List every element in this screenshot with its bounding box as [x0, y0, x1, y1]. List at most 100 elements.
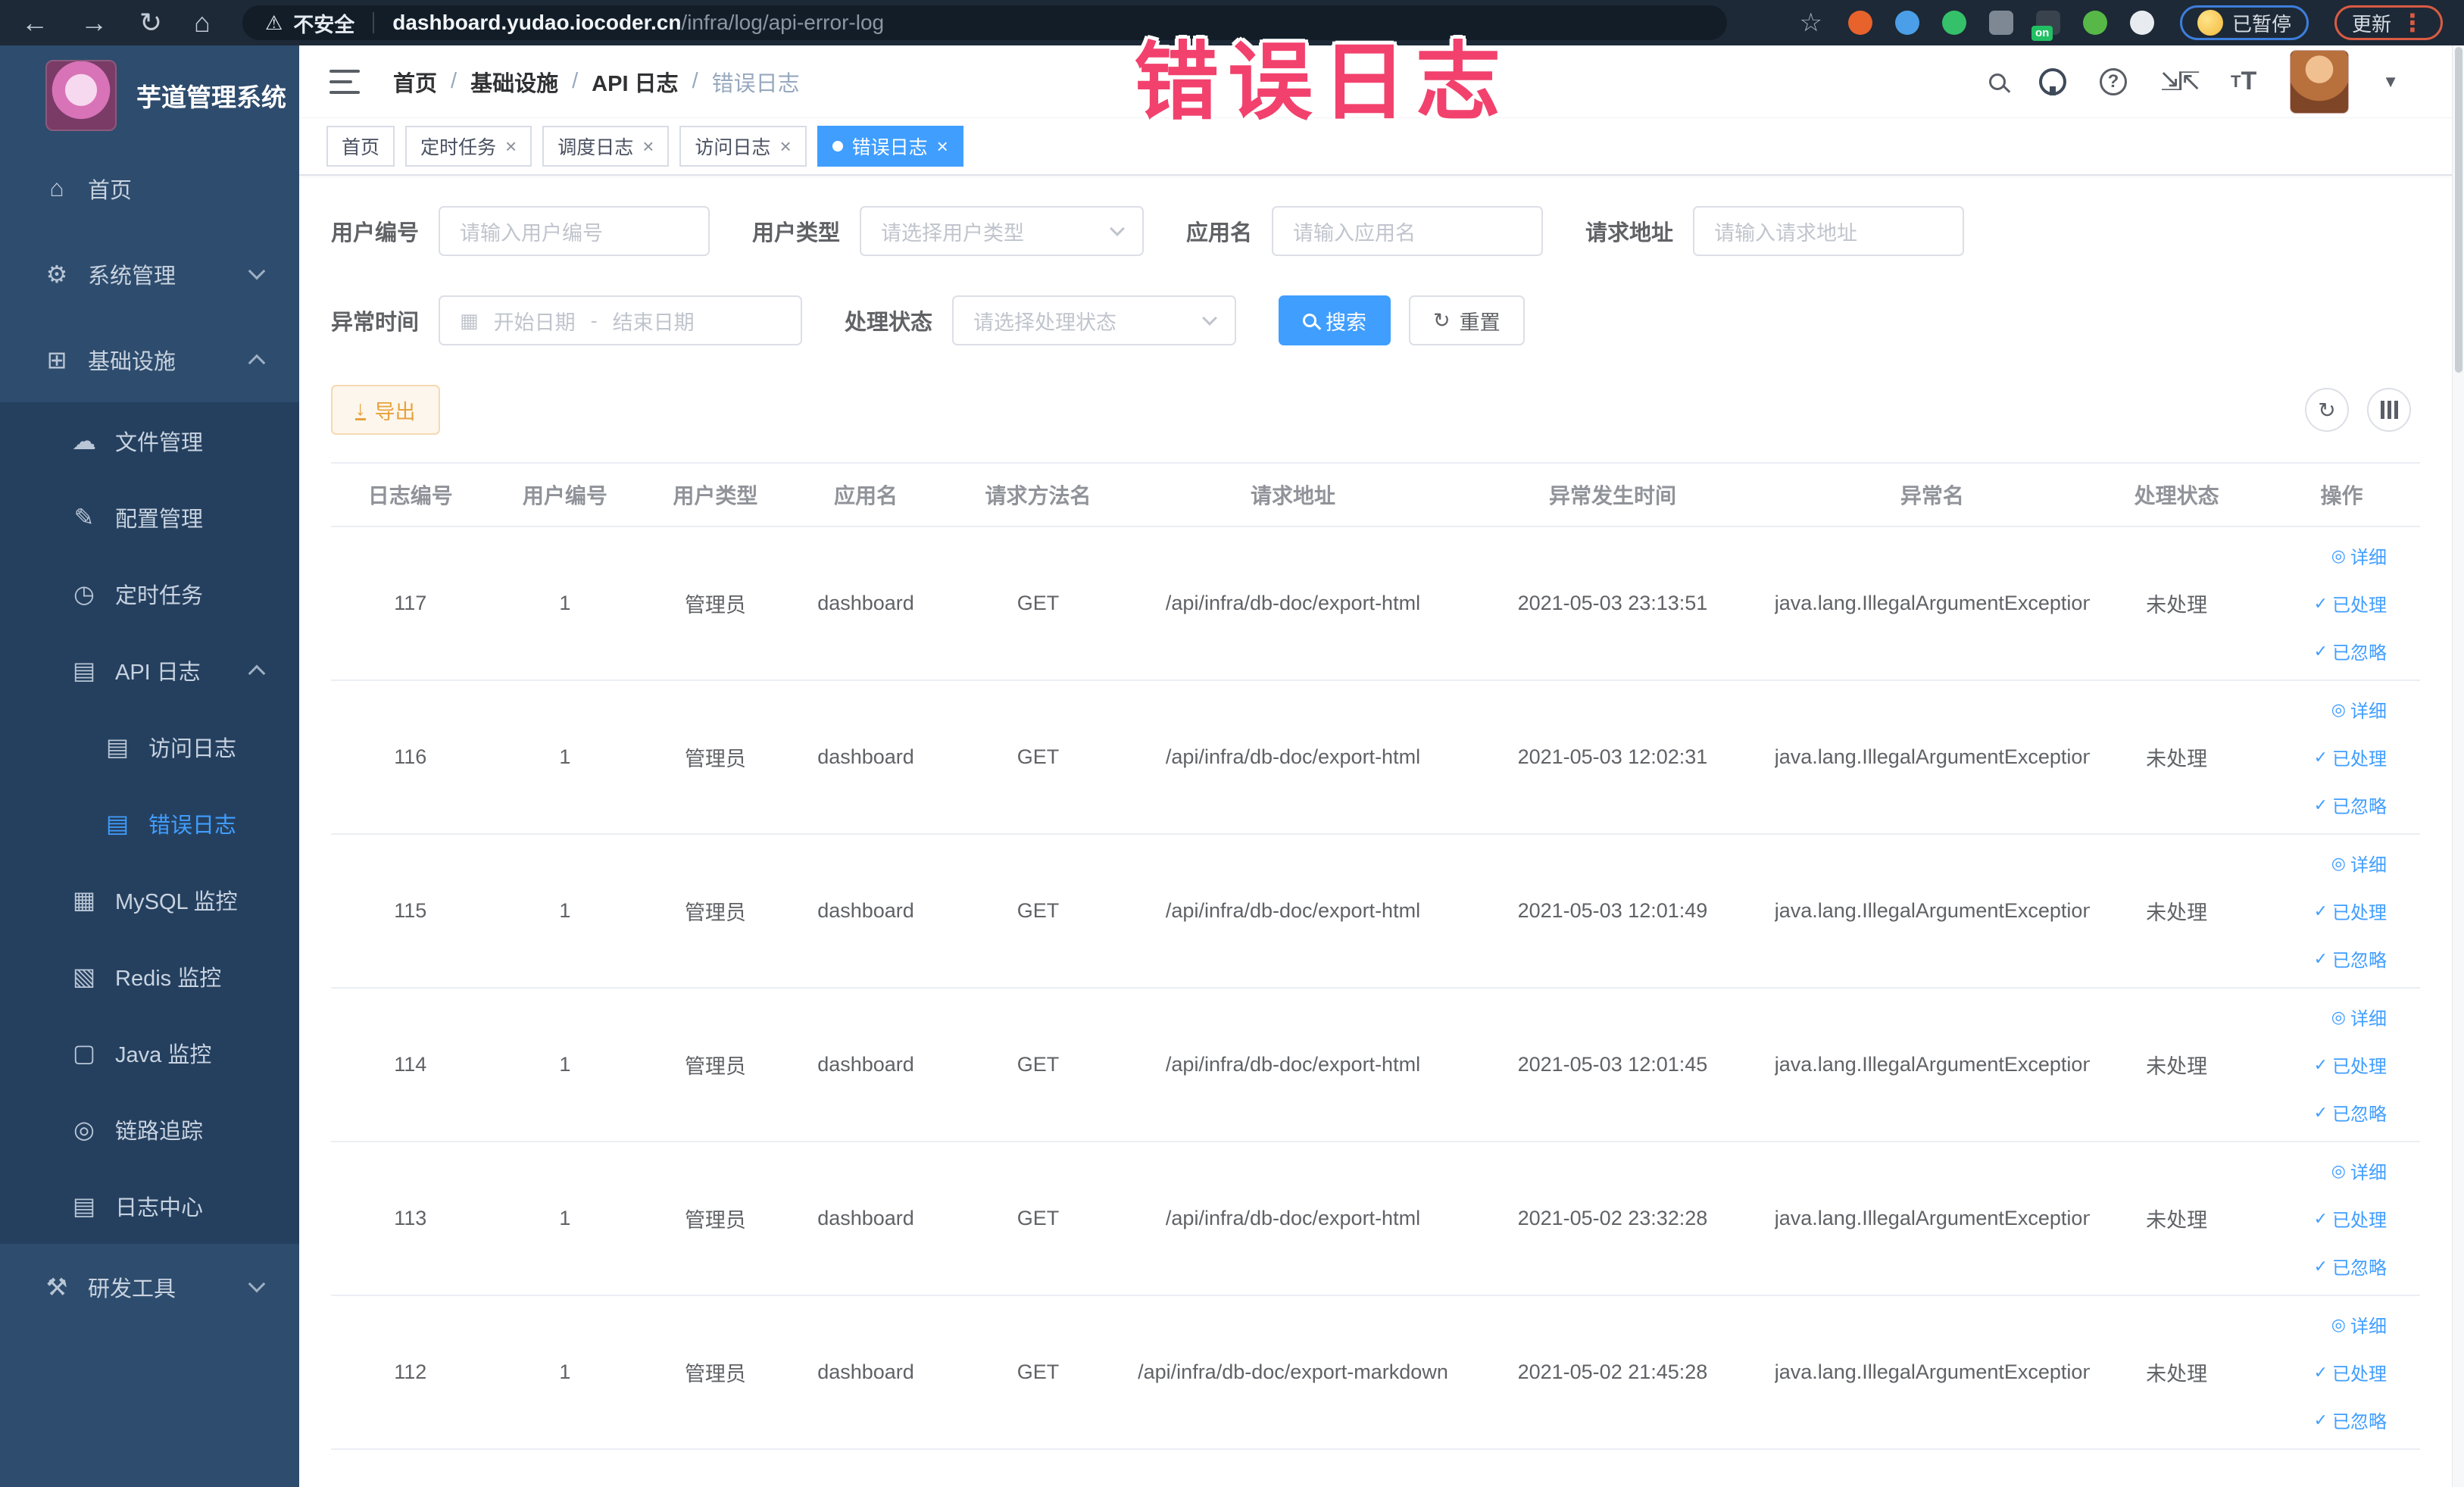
- chrome-update-badge[interactable]: 更新 ⋮: [2334, 5, 2443, 40]
- search-button[interactable]: 搜索: [1279, 295, 1391, 345]
- fullscreen-icon[interactable]: ⇲⇱: [2160, 67, 2200, 97]
- sidebar-item-access-log[interactable]: ▤ 访问日志: [0, 708, 299, 785]
- processed-link[interactable]: ✓ 已处理: [2314, 1051, 2387, 1078]
- security-label[interactable]: 不安全: [293, 8, 354, 38]
- column-header: 请求方法名: [941, 462, 1135, 527]
- close-icon[interactable]: ×: [779, 136, 791, 156]
- browser-back-icon[interactable]: ←: [21, 9, 48, 36]
- check-icon: ✓: [2313, 1362, 2328, 1382]
- date-range-picker[interactable]: ▦ 开始日期 - 结束日期: [439, 295, 803, 345]
- extension-blue-shield-icon[interactable]: [1894, 11, 1919, 35]
- process-status-select[interactable]: 请选择处理状态: [952, 295, 1237, 345]
- tab-label: 访问日志: [695, 137, 771, 158]
- close-icon[interactable]: ×: [642, 136, 654, 156]
- browser-home-icon[interactable]: ⌂: [194, 9, 211, 36]
- user-avatar[interactable]: [2290, 49, 2350, 114]
- processed-link[interactable]: ✓ 已处理: [2314, 744, 2387, 770]
- action-label: 详细: [2350, 1009, 2387, 1029]
- breadcrumb-item[interactable]: API 日志: [592, 66, 678, 98]
- tab-定时任务[interactable]: 定时任务 ×: [405, 126, 532, 167]
- ignored-link[interactable]: ✓ 已忽略: [2314, 1407, 2387, 1433]
- detail-link[interactable]: ◎ 详细: [2331, 542, 2387, 569]
- action-label: 已处理: [2332, 1364, 2387, 1385]
- browser-reload-icon[interactable]: ↻: [139, 9, 162, 36]
- extension-orange-icon[interactable]: [1847, 11, 1872, 35]
- tab-调度日志[interactable]: 调度日志 ×: [542, 126, 670, 167]
- scheduled-job-icon: ◷: [73, 579, 95, 608]
- close-icon[interactable]: ×: [937, 136, 948, 156]
- user-type-select[interactable]: 请选择用户类型: [860, 206, 1145, 256]
- tab-label: 调度日志: [557, 137, 634, 158]
- scrollbar[interactable]: [2452, 45, 2464, 1487]
- bookmark-star-icon[interactable]: ☆: [1799, 8, 1822, 38]
- trace-icon: ◎: [73, 1115, 95, 1143]
- ignored-link[interactable]: ✓ 已忽略: [2314, 792, 2387, 818]
- processed-link[interactable]: ✓ 已处理: [2314, 898, 2387, 924]
- sidebar-logo-row[interactable]: 芋道管理系统: [0, 45, 299, 145]
- font-size-icon[interactable]: TT: [2231, 67, 2256, 96]
- github-icon[interactable]: [2039, 67, 2066, 95]
- sidebar-item-config-manage[interactable]: ✎ 配置管理: [0, 479, 299, 555]
- hamburger-icon[interactable]: [329, 69, 360, 94]
- cell-status: 未处理: [2090, 680, 2264, 835]
- browser-menu-icon[interactable]: ⋮: [2400, 8, 2425, 37]
- ignored-link[interactable]: ✓ 已忽略: [2314, 1099, 2387, 1126]
- tab-访问日志[interactable]: 访问日志 ×: [679, 126, 807, 167]
- error-log-table: 日志编号 用户编号 用户类型 应用名 请求方法名 请求地址 异常发生时间 异常名 处理状态 操作 …: [331, 462, 2420, 1450]
- tab-错误日志[interactable]: 错误日志 ×: [817, 126, 963, 167]
- processed-link[interactable]: ✓ 已处理: [2314, 1205, 2387, 1232]
- app-name-input[interactable]: 请输入应用名: [1272, 206, 1544, 256]
- check-icon: ✓: [2313, 641, 2328, 661]
- extension-leaf-icon[interactable]: [2082, 11, 2107, 35]
- sidebar-item-file-manage[interactable]: ☁ 文件管理: [0, 402, 299, 479]
- sidebar-item-label: 首页: [88, 178, 133, 203]
- search-icon[interactable]: [1989, 73, 2006, 90]
- sidebar-item-api-log[interactable]: ▤ API 日志: [0, 632, 299, 708]
- column-settings-button[interactable]: [2367, 388, 2411, 432]
- extension-green-check-icon[interactable]: [1941, 11, 1966, 35]
- ignored-link[interactable]: ✓ 已忽略: [2314, 945, 2387, 972]
- tab-label: 首页: [342, 137, 380, 158]
- table-row: 112 1 管理员 dashboard GET/api/infra/db-doc/exp…: [331, 1295, 2420, 1450]
- ignored-link[interactable]: ✓ 已忽略: [2314, 638, 2387, 664]
- sidebar-item-redis-monitor[interactable]: ▧ Redis 监控: [0, 938, 299, 1014]
- sidebar-item-trace[interactable]: ◎ 链路追踪: [0, 1091, 299, 1167]
- scrollbar-thumb[interactable]: [2455, 47, 2462, 373]
- sidebar-item-error-log[interactable]: ▤ 错误日志: [0, 785, 299, 861]
- extension-puzzle-icon[interactable]: [2129, 11, 2154, 35]
- help-icon[interactable]: ?: [2100, 67, 2127, 95]
- detail-link[interactable]: ◎ 详细: [2331, 1004, 2387, 1030]
- tab-首页[interactable]: 首页: [326, 126, 395, 167]
- check-icon: ✓: [2313, 747, 2328, 767]
- browser-forward-icon[interactable]: →: [80, 9, 108, 36]
- breadcrumb-item[interactable]: 基础设施: [470, 66, 558, 98]
- extension-grid-icon[interactable]: [1988, 11, 2013, 35]
- sidebar-item-infrastructure[interactable]: ⊞ 基础设施: [0, 317, 299, 402]
- reset-button[interactable]: ↻ 重置: [1409, 295, 1525, 345]
- sidebar-item-devtools[interactable]: ⚒ 研发工具: [0, 1244, 299, 1329]
- ignored-link[interactable]: ✓ 已忽略: [2314, 1253, 2387, 1279]
- refresh-table-button[interactable]: ↻: [2305, 388, 2349, 432]
- close-icon[interactable]: ×: [505, 136, 517, 156]
- cell-app: dashboard: [790, 1142, 942, 1296]
- tampermonkey-paused-badge[interactable]: 已暂停: [2179, 5, 2309, 40]
- export-button[interactable]: ↓ 导出: [331, 385, 440, 435]
- user-id-input[interactable]: 请输入用户编号: [439, 206, 710, 256]
- extension-dark-icon[interactable]: on: [2031, 11, 2060, 41]
- avatar-caret-down-icon[interactable]: ▼: [2382, 72, 2399, 92]
- processed-link[interactable]: ✓ 已处理: [2314, 1359, 2387, 1385]
- detail-link[interactable]: ◎ 详细: [2331, 696, 2387, 723]
- sidebar-item-log-center[interactable]: ▤ 日志中心: [0, 1167, 299, 1244]
- sidebar-item-gear[interactable]: ⚙ 系统管理: [0, 231, 299, 317]
- processed-link[interactable]: ✓ 已处理: [2314, 590, 2387, 617]
- breadcrumb-item[interactable]: 首页: [393, 66, 437, 98]
- sidebar-item-java-monitor[interactable]: ▢ Java 监控: [0, 1014, 299, 1091]
- sidebar-item-scheduled-job[interactable]: ◷ 定时任务: [0, 555, 299, 632]
- detail-link[interactable]: ◎ 详细: [2331, 1311, 2387, 1338]
- sidebar-item-home[interactable]: ⌂ 首页: [0, 145, 299, 231]
- request-url-input[interactable]: 请输入请求地址: [1693, 206, 1965, 256]
- detail-link[interactable]: ◎ 详细: [2331, 1157, 2387, 1184]
- cell-id: 115: [331, 834, 490, 989]
- detail-link[interactable]: ◎ 详细: [2331, 850, 2387, 876]
- sidebar-item-mysql-monitor[interactable]: ▦ MySQL 监控: [0, 861, 299, 938]
